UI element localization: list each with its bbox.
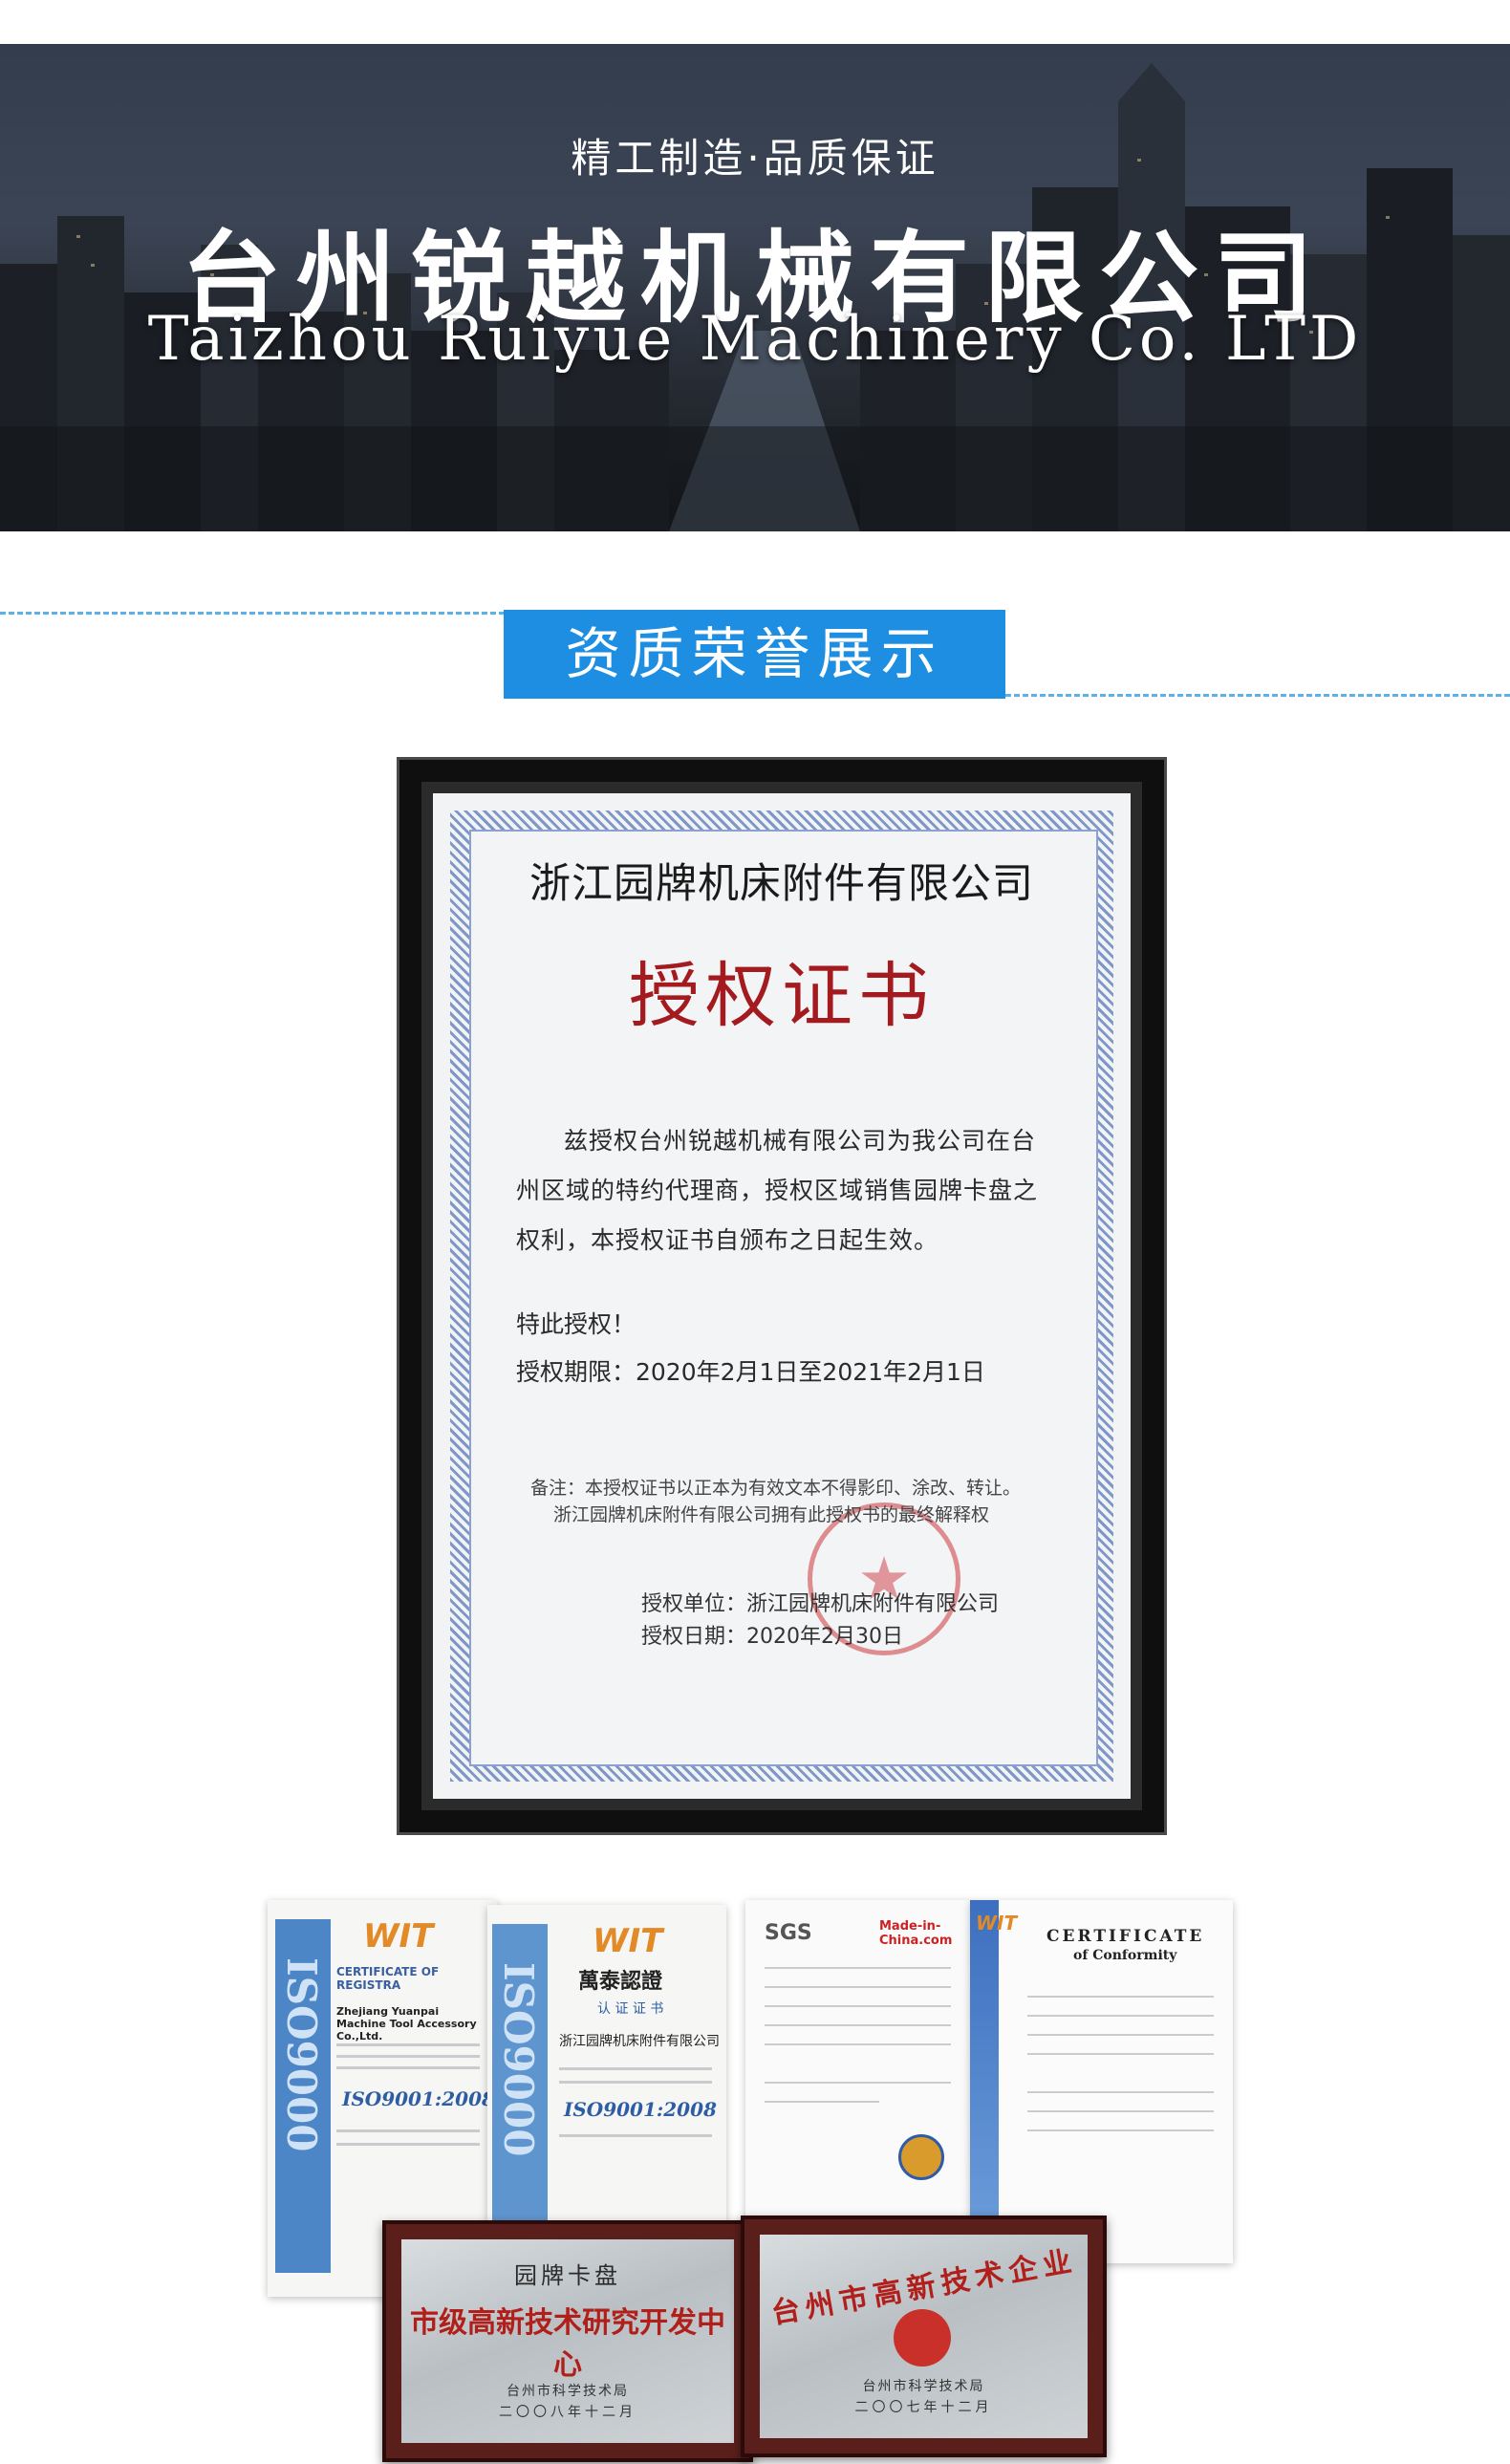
certificate-date: 授权日期：2020年2月30日 [641, 1625, 903, 1649]
plaque-face: 台州市高新技术企业 台州市科学技术局 二〇〇七年十二月 [760, 2235, 1088, 2438]
text-line [1027, 2091, 1214, 2093]
text-line [765, 2005, 951, 2007]
section-divider-bottom [1005, 694, 1510, 697]
text-line [559, 2081, 712, 2084]
text-line [1027, 2053, 1214, 2055]
iso-cert-company: Zhejiang Yuanpai Machine Tool Accessory … [336, 2005, 477, 2043]
certificate-note-1: 备注：本授权证书以正本为有效文本不得影印、涂改、转让。 [530, 1478, 1022, 1499]
certificate-special: 特此授权！ [516, 1310, 636, 1338]
text-line [336, 2043, 480, 2046]
wit-logo: WIT [593, 1922, 663, 1960]
text-line [765, 2082, 951, 2084]
certificate-title: 授权证书 [629, 955, 935, 1037]
certificate-issuer: 浙江园牌机床附件有限公司 [529, 860, 1034, 908]
plaque-date: 二〇〇八年十二月 [499, 2405, 636, 2420]
text-line [1027, 1996, 1214, 1998]
text-line [1027, 2129, 1214, 2131]
iso-cert-title: CERTIFICATE OF REGISTRA [336, 1965, 440, 1992]
plaque-award: 市级高新技术研究开发中心 [410, 2306, 725, 2382]
high-tech-emblem-icon [894, 2309, 951, 2367]
iso9000-vertical-text: ISO9000 [278, 1957, 325, 2152]
text-line [765, 2024, 951, 2026]
certificate-period: 授权期限：2020年2月1日至2021年2月1日 [516, 1358, 985, 1386]
iso9000-vertical-text: ISO9000 [495, 1962, 542, 2157]
hero-banner: 精工制造·品质保证 台州锐越机械有限公司 Taizhou Ruiyue Mach… [0, 44, 1510, 531]
text-line [336, 2055, 480, 2058]
text-line [559, 2134, 712, 2137]
iso-standard: ISO9001:2008 [564, 2098, 717, 2121]
coc-subtitle: of Conformity [1073, 1948, 1177, 1963]
certificate-note-2: 浙江园牌机床附件有限公司拥有此授权书的最终解释权 [553, 1504, 990, 1525]
text-line [765, 2101, 879, 2103]
cert-side-band [970, 1900, 999, 2263]
text-line [1027, 2015, 1214, 2017]
cert-subtitle: 认 证 证 书 [597, 2001, 664, 2017]
plaque-face: 园牌卡盘 市级高新技术研究开发中心 台州市科学技术局 二〇〇八年十二月 [401, 2239, 734, 2443]
plaque-brand: 园牌卡盘 [514, 2262, 621, 2289]
text-line [336, 2066, 480, 2069]
banner-slogan: 精工制造·品质保证 [571, 135, 939, 182]
plaque-high-tech-enterprise: 台州市高新技术企业 台州市科学技术局 二〇〇七年十二月 [741, 2215, 1107, 2457]
iso-standard: ISO9001:2008 [342, 2087, 495, 2110]
text-line [765, 1986, 951, 1988]
cert-company: 浙江园牌机床附件有限公司 [559, 2034, 720, 2049]
banner-company-name-en: Taizhou Ruiyue Machinery Co. LTD [147, 304, 1363, 375]
plaque-issuer: 台州市科学技术局 [862, 2379, 985, 2394]
section-divider-top [0, 612, 573, 615]
wantai-cert-title: 萬泰認證 [578, 1970, 663, 1994]
coc-title: CERTIFICATE [1046, 1927, 1205, 1946]
text-line [559, 2067, 712, 2070]
wit-logo: WIT [363, 1917, 434, 1956]
plaque-rd-center: 园牌卡盘 市级高新技术研究开发中心 台州市科学技术局 二〇〇八年十二月 [382, 2220, 753, 2462]
certificates-collage: ISO9000 WIT CERTIFICATE OF REGISTRA Zhej… [268, 1900, 1233, 2464]
text-line [765, 1967, 951, 1969]
sgs-logo: SGS [765, 1921, 812, 1945]
made-in-china-logo: Made-in-China.com [879, 1919, 953, 1948]
certificate-frame: 浙江园牌机床附件有限公司 授权证书 兹授权台州锐越机械有限公司为我公司在台州区域… [397, 757, 1167, 1835]
audited-supplier-seal [898, 2134, 944, 2180]
text-line [1027, 2110, 1214, 2112]
ce-conformity-certificate: WIT CERTIFICATE of Conformity [970, 1900, 1233, 2263]
section-title: 资质荣誉展示 [504, 610, 1005, 699]
text-line [765, 2043, 951, 2045]
plaque-issuer: 台州市科学技术局 [507, 2384, 629, 2399]
text-line [1027, 2034, 1214, 2036]
wit-logo: WIT [976, 1912, 1018, 1934]
text-line [336, 2129, 480, 2132]
plaque-date: 二〇〇七年十二月 [854, 2400, 993, 2415]
certificate-unit: 授权单位：浙江园牌机床附件有限公司 [641, 1592, 1000, 1616]
certificate-body: 兹授权台州锐越机械有限公司为我公司在台州区域的特约代理商，授权区域销售园牌卡盘之… [516, 1127, 1039, 1254]
text-line [336, 2143, 480, 2146]
